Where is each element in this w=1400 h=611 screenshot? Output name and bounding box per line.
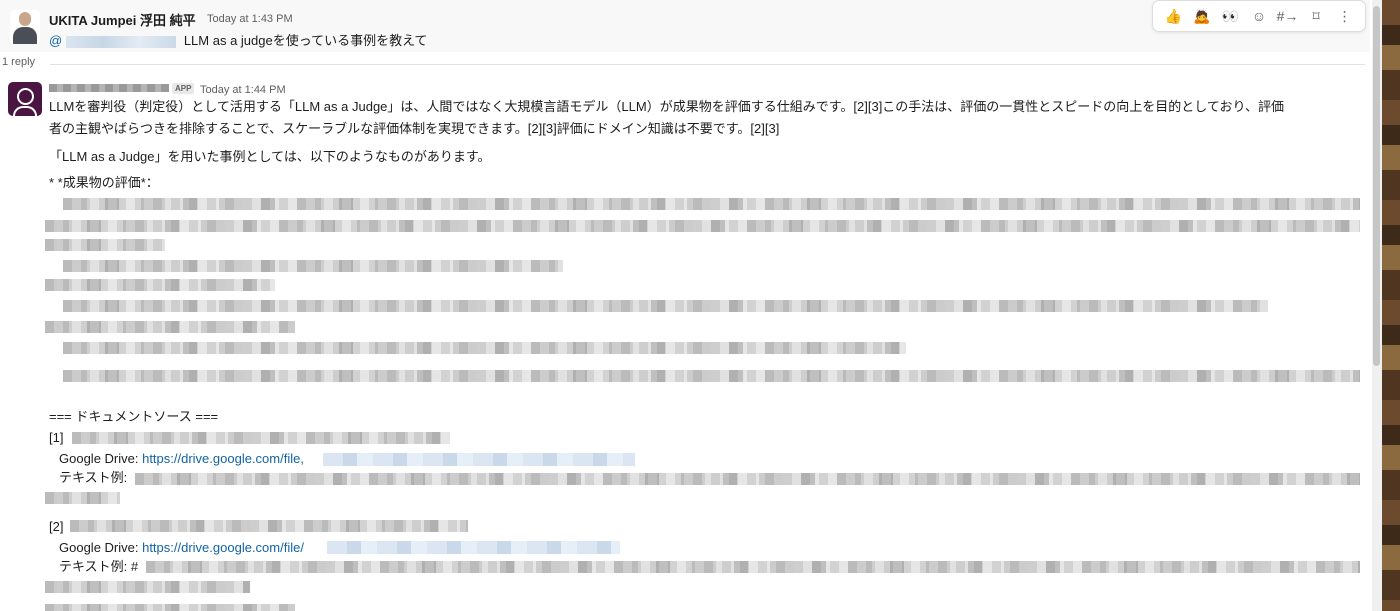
redacted-text bbox=[45, 279, 275, 291]
bot-avatar[interactable] bbox=[8, 82, 42, 116]
reply-count: 1 reply bbox=[2, 56, 36, 68]
eyes-icon[interactable]: 👀 bbox=[1218, 8, 1242, 25]
redacted-text bbox=[45, 239, 165, 251]
source-2-text-label: テキスト例: # bbox=[59, 559, 139, 574]
parent-body: LLM as a judgeを使っている事例を教えて bbox=[183, 33, 428, 48]
bot-name-redacted bbox=[49, 84, 169, 92]
add-reaction-icon[interactable]: ☺ bbox=[1247, 8, 1271, 24]
redacted-text bbox=[63, 198, 1360, 210]
redacted-text bbox=[45, 321, 295, 333]
avatar-body bbox=[13, 27, 37, 44]
redacted-text bbox=[45, 220, 1360, 232]
redacted-text bbox=[146, 561, 1360, 573]
redacted-text bbox=[45, 581, 250, 593]
mention-redacted bbox=[66, 35, 177, 48]
avatar-head bbox=[19, 12, 31, 26]
redacted-text bbox=[63, 342, 906, 354]
redacted-text bbox=[63, 300, 1268, 312]
redacted-text bbox=[63, 260, 563, 272]
drive-link[interactable]: https://drive.google.com/file, bbox=[142, 451, 304, 466]
link-redacted[interactable] bbox=[327, 541, 620, 554]
avatar-head-outline bbox=[17, 88, 34, 105]
app-badge: APP bbox=[172, 83, 195, 94]
redacted-text bbox=[45, 492, 120, 504]
message-actions-toolbar: 👍 🙇 👀 ☺ #→ ⌑ ⋮ bbox=[1152, 0, 1366, 32]
paragraph-1-line-2: 者の主観やばらつきを排除することで、スケーラブルな評価体制を実現できます。[2]… bbox=[49, 121, 780, 136]
source-1-number: [1] bbox=[49, 430, 64, 445]
desktop-background-edge bbox=[1382, 0, 1400, 611]
source-2-number: [2] bbox=[49, 519, 64, 534]
source-1-text-label: テキスト例: bbox=[59, 470, 128, 485]
paragraph-2: 「LLM as a Judge」を用いた事例としては、以下のようなものがあります… bbox=[49, 149, 491, 164]
drive-label: Google Drive: bbox=[59, 451, 143, 466]
source-2-drive: Google Drive: https://drive.google.com/f… bbox=[59, 538, 304, 558]
paragraph-1-line-1: LLMを審判役（判定役）として活用する「LLM as a Judge」は、人間で… bbox=[49, 99, 1285, 114]
sender-name[interactable]: UKITA Jumpei 浮田 純平 bbox=[49, 10, 196, 29]
link-redacted[interactable] bbox=[323, 453, 635, 466]
bot-timestamp[interactable]: Today at 1:44 PM bbox=[200, 84, 286, 96]
mention-prefix[interactable]: @ bbox=[49, 33, 62, 48]
drive-link[interactable]: https://drive.google.com/file/ bbox=[142, 540, 304, 555]
bow-icon[interactable]: 🙇 bbox=[1190, 8, 1214, 25]
redacted-text bbox=[45, 604, 295, 611]
more-icon[interactable]: ⋮ bbox=[1333, 8, 1357, 25]
avatar-body-outline bbox=[13, 106, 37, 116]
scrollbar-thumb[interactable] bbox=[1373, 6, 1380, 366]
source-2-title-redacted bbox=[70, 520, 468, 532]
bullet-heading: * *成果物の評価*： bbox=[49, 175, 159, 190]
source-1-drive: Google Drive: https://drive.google.com/f… bbox=[59, 449, 304, 469]
user-avatar[interactable] bbox=[10, 10, 40, 44]
parent-timestamp[interactable]: Today at 1:43 PM bbox=[207, 13, 293, 25]
bookmark-icon[interactable]: ⌑ bbox=[1304, 8, 1328, 25]
forward-icon[interactable]: #→ bbox=[1276, 8, 1300, 24]
redacted-text bbox=[63, 370, 1360, 382]
thumbs-up-icon[interactable]: 👍 bbox=[1161, 8, 1185, 25]
drive-label: Google Drive: bbox=[59, 540, 143, 555]
parent-text: @ LLM as a judgeを使っている事例を教えて bbox=[49, 30, 427, 49]
divider-line bbox=[50, 64, 1365, 65]
redacted-text bbox=[135, 473, 1360, 485]
sources-header: === ドキュメントソース === bbox=[49, 409, 219, 424]
replies-divider: 1 reply bbox=[0, 56, 1365, 69]
source-1-title-redacted bbox=[72, 432, 450, 444]
